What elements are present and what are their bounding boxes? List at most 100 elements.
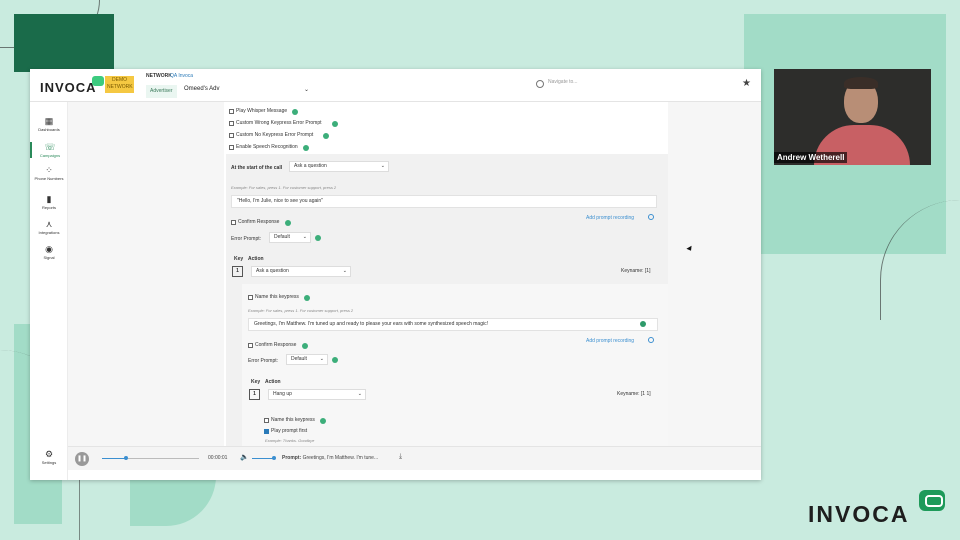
add-prompt-recording-link[interactable]: Add prompt recording <box>586 215 634 221</box>
whisper-label: Play Whisper Message <box>236 108 288 114</box>
chevron-down-icon: ⌄ <box>357 391 362 397</box>
start-of-call-label: At the start of the call <box>231 165 283 171</box>
phone-icon: ☏ <box>44 142 56 152</box>
speech-recognition-label: Enable Speech Recognition <box>236 144 298 150</box>
sidebar-item-label: Integrations <box>38 230 60 235</box>
sidebar-item-label: Dashboards <box>38 127 60 132</box>
audio-player: ❚❚ 00:00:01 🔈 Prompt: Greetings, I'm Mat… <box>68 446 761 470</box>
app-window: INVOCA DEMO NETWORK NETWORK QA Invoca Ad… <box>30 69 761 480</box>
whisper-checkbox[interactable] <box>229 109 234 114</box>
network-icon: ⋏ <box>45 219 53 229</box>
start-action-value: Ask a question <box>294 163 327 169</box>
start-action-select[interactable]: Ask a question ⌄ <box>289 161 389 172</box>
help-icon[interactable] <box>292 109 298 115</box>
prompt-text: Greetings, I'm Matthew. I'm tune... <box>302 455 379 461</box>
key-action-select[interactable]: Hang up ⌄ <box>268 389 366 400</box>
sidebar-item-label: Campaigns <box>39 153 61 158</box>
decorative-block <box>14 14 114 72</box>
keypad-icon: ⁘ <box>45 165 53 175</box>
help-icon[interactable] <box>285 220 291 226</box>
chevron-down-icon: ⌄ <box>342 268 347 274</box>
help-icon[interactable] <box>304 295 310 301</box>
name-keypress-checkbox[interactable] <box>248 295 253 300</box>
network-link[interactable]: QA Invoca <box>170 73 193 79</box>
name-keypress-label: Name this keypress <box>271 417 315 423</box>
help-icon[interactable] <box>315 235 321 241</box>
keyname-label: Keyname: [1 1] <box>617 391 651 397</box>
error-prompt-label: Error Prompt: <box>248 358 279 364</box>
confirm-response-label: Confirm Response <box>255 342 297 348</box>
pause-button[interactable]: ❚❚ <box>75 452 89 466</box>
error-prompt-value: Default <box>291 356 307 362</box>
main-content[interactable]: Play Whisper Message Custom Wrong Keypre… <box>68 102 761 446</box>
prompt-input-value: Greetings, I'm Matthew. I'm tuned up and… <box>254 321 488 327</box>
grammar-check-icon[interactable] <box>640 321 646 327</box>
navigate-search-input[interactable]: Navigate to... <box>548 79 577 85</box>
no-keypress-checkbox[interactable] <box>229 133 234 138</box>
demo-network-badge: DEMO NETWORK <box>105 76 134 93</box>
prompt-input[interactable]: "Hello, I'm Julie, nice to see you again… <box>231 195 657 208</box>
name-keypress-label: Name this keypress <box>255 294 299 300</box>
help-icon[interactable] <box>323 133 329 139</box>
sidebar-item-integrations[interactable]: ⋏ Integrations <box>30 219 68 235</box>
sidebar-item-label: Phone Numbers <box>34 176 64 181</box>
sidebar-item-settings[interactable]: ⚙ Settings <box>30 449 68 465</box>
search-icon[interactable] <box>536 80 544 88</box>
key-action-value: Ask a question <box>256 268 289 274</box>
help-icon[interactable] <box>302 343 308 349</box>
keyname-label: Keyname: [1] <box>621 268 651 274</box>
add-prompt-recording-link[interactable]: Add prompt recording <box>586 338 634 344</box>
action-header: Action <box>265 379 281 385</box>
help-icon[interactable] <box>320 418 326 424</box>
chevron-down-icon: ⌄ <box>302 234 307 240</box>
play-prompt-first-checkbox[interactable] <box>264 429 269 434</box>
help-icon[interactable] <box>332 121 338 127</box>
elapsed-time: 00:00:01 <box>208 455 228 461</box>
add-circle-icon[interactable] <box>648 214 654 220</box>
top-bar: INVOCA DEMO NETWORK NETWORK QA Invoca Ad… <box>30 69 761 102</box>
download-icon[interactable]: ⤓ <box>399 453 402 461</box>
error-prompt-select[interactable]: Default ⌄ <box>286 354 328 365</box>
progress-fill <box>102 458 127 459</box>
wrong-keypress-label: Custom Wrong Keypress Error Prompt <box>236 120 322 126</box>
volume-handle[interactable] <box>272 456 276 460</box>
confirm-response-label: Confirm Response <box>238 219 280 225</box>
help-icon[interactable] <box>303 145 309 151</box>
add-circle-icon[interactable] <box>648 337 654 343</box>
sidebar-item-phone-numbers[interactable]: ⁘ Phone Numbers <box>30 165 68 181</box>
prompt-input[interactable]: Greetings, I'm Matthew. I'm tuned up and… <box>248 318 658 331</box>
name-keypress-checkbox[interactable] <box>264 418 269 423</box>
key-value[interactable]: 1 <box>232 266 243 277</box>
webcam-feed: Andrew Wetherell <box>774 69 931 165</box>
sidebar-item-dashboards[interactable]: ▦ Dashboards <box>30 116 68 132</box>
chevron-down-icon[interactable]: ⌄ <box>304 86 309 93</box>
help-icon[interactable] <box>332 357 338 363</box>
wrong-keypress-checkbox[interactable] <box>229 121 234 126</box>
sidebar-item-label: Reports <box>41 205 56 210</box>
sidebar-item-label: Settings <box>41 460 57 465</box>
key-action-select[interactable]: Ask a question ⌄ <box>251 266 351 277</box>
sidebar-item-campaigns[interactable]: ☏ Campaigns <box>30 142 68 158</box>
speech-recognition-checkbox[interactable] <box>229 145 234 150</box>
network-label: NETWORK <box>146 73 172 79</box>
confirm-response-checkbox[interactable] <box>248 343 253 348</box>
advertiser-select[interactable]: Omeed's Adv <box>184 86 312 92</box>
confirm-response-checkbox[interactable] <box>231 220 236 225</box>
sidebar-item-reports[interactable]: ▮ Reports <box>30 194 68 210</box>
advertiser-tag: Advertiser <box>146 85 177 98</box>
volume-slider[interactable] <box>252 458 274 459</box>
sidebar: ▦ Dashboards ☏ Campaigns ⁘ Phone Numbers… <box>30 102 68 480</box>
volume-icon[interactable]: 🔈 <box>240 453 249 461</box>
invoca-logo[interactable]: INVOCA <box>40 80 97 95</box>
star-icon[interactable]: ★ <box>742 78 751 89</box>
error-prompt-value: Default <box>274 234 290 240</box>
error-prompt-select[interactable]: Default ⌄ <box>269 232 311 243</box>
play-prompt-first-label: Play prompt first <box>271 428 308 434</box>
prompt-input-value: "Hello, I'm Julie, nice to see you again… <box>237 198 323 204</box>
key-header: Key <box>251 379 261 385</box>
sidebar-item-label: Signal <box>43 255 55 260</box>
progress-handle[interactable] <box>124 456 129 460</box>
key-value[interactable]: 1 <box>249 389 260 400</box>
prompt-label: Prompt: <box>282 455 302 461</box>
sidebar-item-signal[interactable]: ◉ Signal <box>30 244 68 260</box>
